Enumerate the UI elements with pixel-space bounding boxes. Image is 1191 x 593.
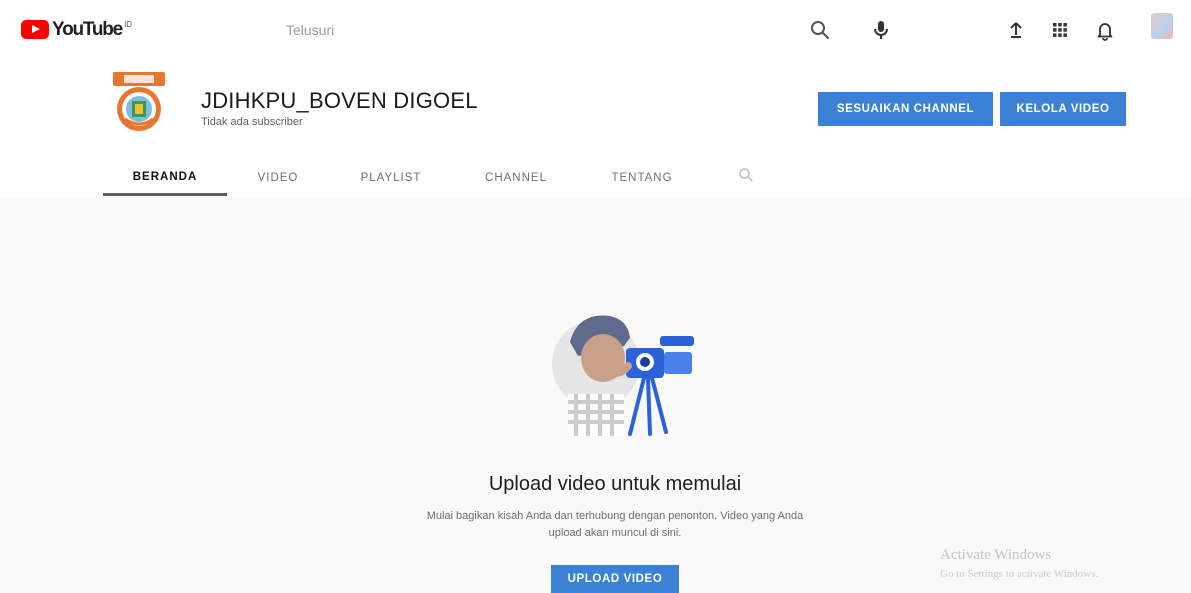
channel-tabs: BERANDA VIDEO PLAYLIST CHANNEL TENTANG	[0, 160, 1191, 197]
channel-header: JDIHKPU_BOVEN DIGOEL Tidak ada subscribe…	[0, 60, 1191, 197]
channel-search-icon[interactable]	[737, 166, 755, 184]
youtube-play-icon	[21, 20, 49, 39]
activate-windows-title: Activate Windows	[940, 547, 1052, 563]
tab-about[interactable]: TENTANG	[598, 160, 686, 195]
youtube-logo[interactable]: YouTube ID	[21, 20, 132, 39]
customize-channel-button[interactable]: SESUAIKAN CHANNEL	[818, 92, 993, 126]
region-code: ID	[124, 20, 133, 29]
activate-windows-subtitle: Go to Settings to activate Windows.	[940, 568, 1099, 580]
tab-home[interactable]: BERANDA	[103, 160, 227, 196]
description-line-1: Mulai bagikan kisah Anda dan terhubung d…	[426, 510, 804, 522]
description-line-2: upload akan muncul di sini.	[548, 527, 682, 539]
tab-channels[interactable]: CHANNEL	[472, 160, 560, 195]
search-box	[276, 12, 851, 48]
search-input[interactable]	[276, 12, 796, 48]
manage-videos-button[interactable]: KELOLA VIDEO	[1000, 92, 1126, 126]
upload-video-button[interactable]: UPLOAD VIDEO	[551, 565, 679, 593]
empty-state-title: Upload video untuk memulai	[488, 473, 742, 495]
subscriber-count: Tidak ada subscriber	[201, 116, 303, 128]
upload-icon[interactable]	[1004, 18, 1028, 42]
upload-illustration	[548, 302, 703, 442]
bell-icon[interactable]	[1093, 18, 1117, 42]
masthead: YouTube ID	[0, 0, 1191, 60]
channel-avatar	[110, 71, 168, 135]
mic-icon[interactable]	[869, 18, 893, 42]
empty-state-description: Mulai bagikan kisah Anda dan terhubung d…	[380, 508, 850, 542]
apps-icon[interactable]	[1048, 18, 1072, 42]
logo-text: YouTube	[52, 19, 123, 40]
tab-videos[interactable]: VIDEO	[243, 160, 313, 195]
tab-playlists[interactable]: PLAYLIST	[346, 160, 436, 195]
avatar[interactable]	[1151, 13, 1173, 39]
search-icon[interactable]	[808, 18, 832, 42]
channel-name: JDIHKPU_BOVEN DIGOEL	[201, 88, 478, 113]
